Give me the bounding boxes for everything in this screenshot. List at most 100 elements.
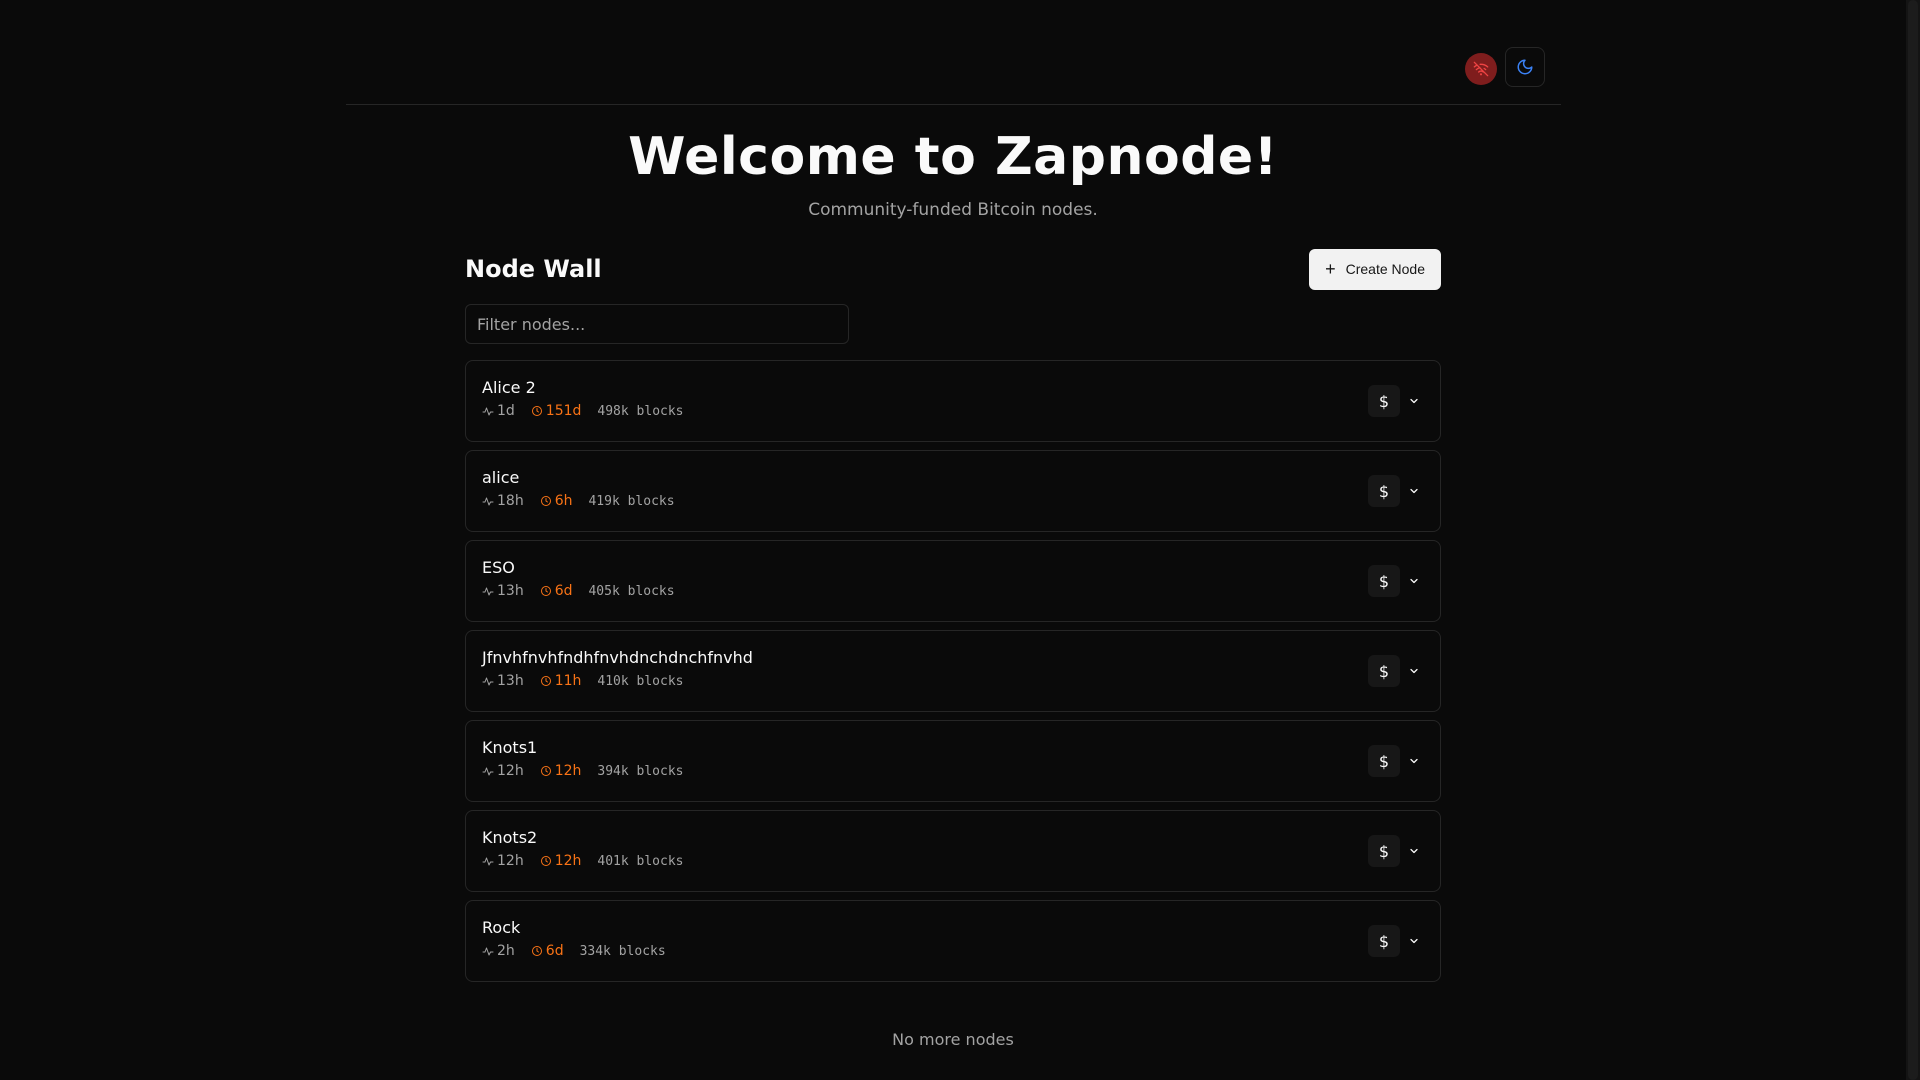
expand-node-button[interactable] xyxy=(1404,925,1424,957)
node-name: Knots2 xyxy=(482,828,538,847)
fund-node-button[interactable]: $ xyxy=(1368,745,1400,777)
node-card[interactable]: Jfnvhfnvhfndhfnvhdnchdnchfnvhd 13h 11h 4… xyxy=(465,630,1441,712)
node-remaining-value: 12h xyxy=(554,763,582,779)
create-node-label: Create Node xyxy=(1345,261,1425,277)
node-card[interactable]: alice 18h 6h 419k blocks $ xyxy=(465,450,1441,532)
node-wall-header: Node Wall + Create Node xyxy=(465,248,1441,290)
activity-icon xyxy=(482,677,494,686)
activity-icon xyxy=(482,767,494,776)
node-meta: 1d 151d 498k blocks xyxy=(482,403,1424,419)
node-remaining-value: 6d xyxy=(545,943,564,959)
hero: Welcome to Zapnode! Community-funded Bit… xyxy=(0,120,1906,220)
node-actions: $ xyxy=(1368,385,1424,417)
expand-node-button[interactable] xyxy=(1404,565,1424,597)
node-blocks: 498k blocks xyxy=(597,403,684,419)
node-card[interactable]: Rock 2h 6d 334k blocks $ xyxy=(465,900,1441,982)
clock-icon xyxy=(540,496,551,506)
page-subtitle: Community-funded Bitcoin nodes. xyxy=(808,200,1098,220)
node-actions: $ xyxy=(1368,565,1424,597)
node-remaining: 12h xyxy=(540,763,582,779)
chevron-down-icon xyxy=(1410,578,1418,584)
node-uptime-value: 12h xyxy=(497,763,524,779)
node-uptime-value: 13h xyxy=(497,673,524,689)
node-name: Rock xyxy=(482,918,521,937)
activity-icon xyxy=(482,587,494,596)
node-remaining: 151d xyxy=(531,403,582,419)
node-remaining: 6h xyxy=(540,493,572,509)
top-actions xyxy=(1465,47,1545,87)
activity-icon xyxy=(482,947,494,956)
node-remaining: 6d xyxy=(540,583,573,599)
node-meta: 13h 6d 405k blocks xyxy=(482,583,1424,599)
node-uptime: 12h xyxy=(482,853,524,869)
node-card[interactable]: Alice 2 1d 151d 498k blocks $ xyxy=(465,360,1441,442)
dollar-icon: $ xyxy=(1378,661,1390,681)
clock-icon xyxy=(540,586,551,596)
filter-nodes-input[interactable] xyxy=(465,304,849,344)
page-title: Welcome to Zapnode! xyxy=(628,127,1278,187)
node-actions: $ xyxy=(1368,925,1424,957)
moon-icon xyxy=(1517,59,1533,75)
node-uptime-value: 2h xyxy=(497,943,515,959)
node-meta: 2h 6d 334k blocks xyxy=(482,943,1424,959)
chevron-down-icon xyxy=(1410,938,1418,944)
activity-icon xyxy=(482,497,494,506)
chevron-down-icon xyxy=(1410,488,1418,494)
node-remaining-value: 6d xyxy=(554,583,573,599)
node-remaining-value: 11h xyxy=(554,673,582,689)
clock-icon xyxy=(531,406,542,416)
fund-node-button[interactable]: $ xyxy=(1368,655,1400,687)
node-uptime-value: 13h xyxy=(497,583,524,599)
node-uptime: 13h xyxy=(482,673,524,689)
node-remaining-value: 151d xyxy=(545,403,582,419)
node-card[interactable]: Knots2 12h 12h 401k blocks $ xyxy=(465,810,1441,892)
node-blocks: 410k blocks xyxy=(597,673,684,689)
fund-node-button[interactable]: $ xyxy=(1368,835,1400,867)
fund-node-button[interactable]: $ xyxy=(1368,475,1400,507)
node-remaining: 12h xyxy=(540,853,582,869)
dollar-icon: $ xyxy=(1378,571,1390,591)
expand-node-button[interactable] xyxy=(1404,475,1424,507)
node-uptime: 18h xyxy=(482,493,524,509)
node-uptime-value: 1d xyxy=(497,403,515,419)
chevron-down-icon xyxy=(1410,668,1418,674)
node-remaining-value: 12h xyxy=(554,853,582,869)
clock-icon xyxy=(540,856,551,866)
connection-status-button[interactable] xyxy=(1465,53,1497,85)
node-wall: Node Wall + Create Node Alice 2 1d 151d … xyxy=(465,248,1441,982)
node-name: alice xyxy=(482,468,520,487)
page-scrollbar[interactable] xyxy=(1906,0,1920,1080)
top-navbar xyxy=(346,0,1561,105)
expand-node-button[interactable] xyxy=(1404,745,1424,777)
fund-node-button[interactable]: $ xyxy=(1368,925,1400,957)
plus-icon: + xyxy=(1325,259,1336,279)
expand-node-button[interactable] xyxy=(1404,655,1424,687)
activity-icon xyxy=(482,407,494,416)
node-uptime: 12h xyxy=(482,763,524,779)
node-blocks: 419k blocks xyxy=(588,493,675,509)
chevron-down-icon xyxy=(1410,758,1418,764)
dollar-icon: $ xyxy=(1378,931,1390,951)
expand-node-button[interactable] xyxy=(1404,835,1424,867)
node-card[interactable]: Knots1 12h 12h 394k blocks $ xyxy=(465,720,1441,802)
expand-node-button[interactable] xyxy=(1404,385,1424,417)
fund-node-button[interactable]: $ xyxy=(1368,565,1400,597)
node-uptime-value: 18h xyxy=(497,493,524,509)
wifi-off-icon xyxy=(1473,61,1489,77)
clock-icon xyxy=(531,946,542,956)
node-blocks: 394k blocks xyxy=(597,763,684,779)
node-blocks: 334k blocks xyxy=(579,943,666,959)
node-meta: 12h 12h 401k blocks xyxy=(482,853,1424,869)
node-uptime: 1d xyxy=(482,403,515,419)
dollar-icon: $ xyxy=(1378,751,1390,771)
node-card[interactable]: ESO 13h 6d 405k blocks $ xyxy=(465,540,1441,622)
create-node-button[interactable]: + Create Node xyxy=(1309,248,1441,290)
activity-icon xyxy=(482,857,494,866)
fund-node-button[interactable]: $ xyxy=(1368,385,1400,417)
dollar-icon: $ xyxy=(1378,481,1390,501)
scrollbar-thumb[interactable] xyxy=(1908,0,1918,1080)
chevron-down-icon xyxy=(1410,848,1418,854)
node-meta: 13h 11h 410k blocks xyxy=(482,673,1424,689)
node-actions: $ xyxy=(1368,745,1424,777)
theme-toggle-button[interactable] xyxy=(1505,47,1545,87)
